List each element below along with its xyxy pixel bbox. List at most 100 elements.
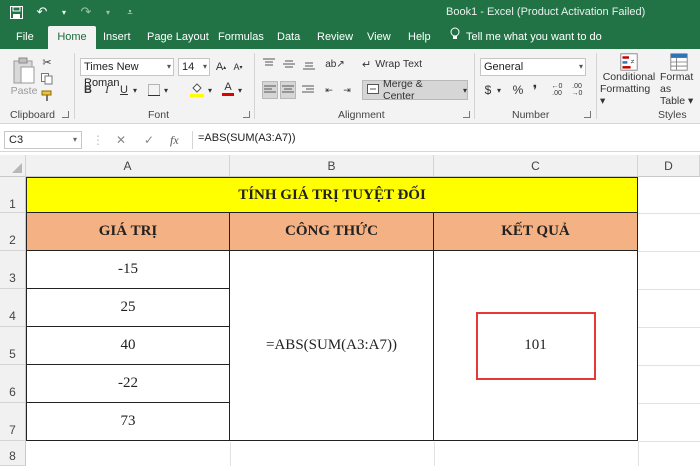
row-header-2[interactable]: 2	[0, 213, 26, 251]
chevron-down-icon: ▾	[72, 135, 77, 144]
chevron-down-icon: ▾	[166, 62, 171, 71]
enter-icon[interactable]: ✓	[144, 131, 154, 149]
decrease-font-icon[interactable]: A ▾	[231, 59, 245, 75]
result-merged-cell[interactable]: 101	[434, 251, 638, 441]
tab-file[interactable]: File	[10, 26, 40, 49]
row-header-6[interactable]: 6	[0, 365, 26, 403]
tab-review[interactable]: Review	[311, 26, 359, 49]
row-header-1[interactable]: 1	[0, 177, 26, 213]
number-format-select[interactable]: General ▾	[480, 58, 586, 76]
format-painter-icon[interactable]	[40, 89, 54, 103]
column-header-a[interactable]: A	[26, 155, 230, 177]
separator	[474, 53, 475, 119]
currency-button[interactable]: $	[482, 82, 494, 98]
row-header-8[interactable]: 8	[0, 441, 26, 466]
orientation-icon[interactable]: ab↗	[324, 57, 346, 71]
column-header-c[interactable]: C	[434, 155, 638, 177]
insert-function-icon[interactable]: fx	[170, 131, 179, 149]
align-middle-icon[interactable]	[282, 57, 296, 71]
underline-button[interactable]: U	[118, 82, 130, 98]
worksheet-grid[interactable]: A B C D 1 2 3 4 5 6 7 8 TÍNH GIÁ TRỊ TUY…	[0, 155, 700, 466]
cut-icon[interactable]: ✂	[40, 55, 54, 69]
value-cell-a4[interactable]: 25	[26, 289, 230, 327]
tab-formulas[interactable]: Formulas	[212, 26, 270, 49]
quick-access-toolbar: ↶ ▾ ↷ ▾ ⩡	[8, 4, 138, 20]
font-size-select[interactable]: 14 ▾	[178, 58, 210, 76]
borders-icon[interactable]	[146, 82, 162, 98]
merge-center-button[interactable]: Merge & Center ▾	[362, 78, 468, 102]
gridline	[638, 441, 700, 442]
italic-button[interactable]: I	[101, 82, 113, 98]
align-right-icon[interactable]	[300, 81, 316, 99]
percent-button[interactable]: %	[512, 82, 524, 98]
undo-dropdown-icon[interactable]: ▾	[60, 4, 68, 20]
value-cell-a3[interactable]: -15	[26, 251, 230, 289]
increase-decimal-icon[interactable]: ←0.00	[548, 82, 566, 98]
table-label: Table	[660, 95, 686, 107]
header-cell-result[interactable]: KẾT QUẢ	[434, 213, 638, 251]
number-launcher[interactable]	[584, 111, 591, 118]
tab-page-layout[interactable]: Page Layout	[141, 26, 215, 49]
underline-dropdown-icon[interactable]: ▾	[131, 82, 139, 98]
currency-dropdown-icon[interactable]: ▾	[495, 82, 503, 98]
format-as-table-button[interactable]: Format as Table ▾	[660, 53, 700, 107]
decrease-indent-icon[interactable]: ⇤	[322, 81, 336, 99]
alignment-launcher[interactable]	[463, 111, 470, 118]
row-header-4[interactable]: 4	[0, 289, 26, 327]
gridline	[638, 403, 700, 404]
more-icon: ⋮	[92, 133, 104, 147]
bold-button[interactable]: B	[82, 82, 94, 98]
value-cell-a6[interactable]: -22	[26, 365, 230, 403]
align-bottom-icon[interactable]	[302, 57, 316, 71]
formatting-label: Formatting	[600, 83, 651, 95]
sheet-title-cell[interactable]: TÍNH GIÁ TRỊ TUYỆT ĐỐI	[26, 177, 638, 213]
increase-font-icon[interactable]: A ▴	[214, 59, 228, 75]
save-icon[interactable]	[8, 4, 24, 20]
comma-style-icon[interactable]: ❜	[528, 82, 542, 98]
column-header-d[interactable]: D	[638, 155, 700, 177]
fill-color-dropdown-icon[interactable]: ▾	[206, 82, 214, 98]
align-left-icon[interactable]	[262, 81, 278, 99]
tab-data[interactable]: Data	[271, 26, 306, 49]
decrease-decimal-icon[interactable]: .00 →0	[568, 82, 586, 98]
font-color-dropdown-icon[interactable]: ▾	[236, 82, 244, 98]
row-header-3[interactable]: 3	[0, 251, 26, 289]
align-top-icon[interactable]	[262, 57, 276, 71]
redo-dropdown-icon[interactable]: ▾	[104, 4, 112, 20]
row-header-7[interactable]: 7	[0, 403, 26, 441]
formula-input[interactable]: =ABS(SUM(A3:A7))	[198, 132, 296, 144]
row-header-5[interactable]: 5	[0, 327, 26, 365]
header-cell-value[interactable]: GIÁ TRỊ	[26, 213, 230, 251]
formula-text-cell[interactable]: =ABS(SUM(A3:A7))	[230, 251, 434, 441]
redo-icon[interactable]: ↷	[78, 4, 94, 20]
font-launcher[interactable]	[243, 111, 250, 118]
header-cell-formula[interactable]: CÔNG THỨC	[230, 213, 434, 251]
align-center-icon[interactable]	[280, 81, 296, 99]
font-name-select[interactable]: Times New Roman ▾	[80, 58, 174, 89]
tab-home[interactable]: Home	[48, 26, 96, 49]
column-header-b[interactable]: B	[230, 155, 434, 177]
borders-dropdown-icon[interactable]: ▾	[162, 82, 170, 98]
copy-icon[interactable]	[40, 72, 54, 86]
clipboard-launcher[interactable]	[62, 111, 69, 118]
result-value: 101	[524, 337, 547, 353]
paste-button[interactable]: Paste	[8, 53, 40, 101]
fill-color-icon[interactable]	[189, 80, 205, 98]
merge-center-label: Merge & Center	[383, 78, 423, 102]
select-all-corner[interactable]	[0, 155, 26, 177]
wrap-text-button[interactable]: ↵ Wrap Text	[362, 55, 452, 73]
cancel-icon[interactable]: ✕	[116, 131, 126, 149]
tell-me-box[interactable]: Tell me what you want to do	[450, 26, 602, 49]
increase-indent-icon[interactable]: ⇥	[340, 81, 354, 99]
formatting-line: Formatting ▾	[600, 83, 651, 107]
undo-icon[interactable]: ↶	[34, 4, 50, 20]
customize-qat-icon[interactable]: ⩡	[122, 4, 138, 20]
conditional-formatting-button[interactable]: ≠ Conditional Formatting ▾	[600, 53, 658, 107]
tab-insert[interactable]: Insert	[97, 26, 137, 49]
tab-help[interactable]: Help	[402, 26, 437, 49]
name-box[interactable]: C3 ▾	[4, 131, 82, 149]
font-color-icon[interactable]: A	[221, 80, 235, 98]
value-cell-a7[interactable]: 73	[26, 403, 230, 441]
tab-view[interactable]: View	[361, 26, 397, 49]
value-cell-a5[interactable]: 40	[26, 327, 230, 365]
